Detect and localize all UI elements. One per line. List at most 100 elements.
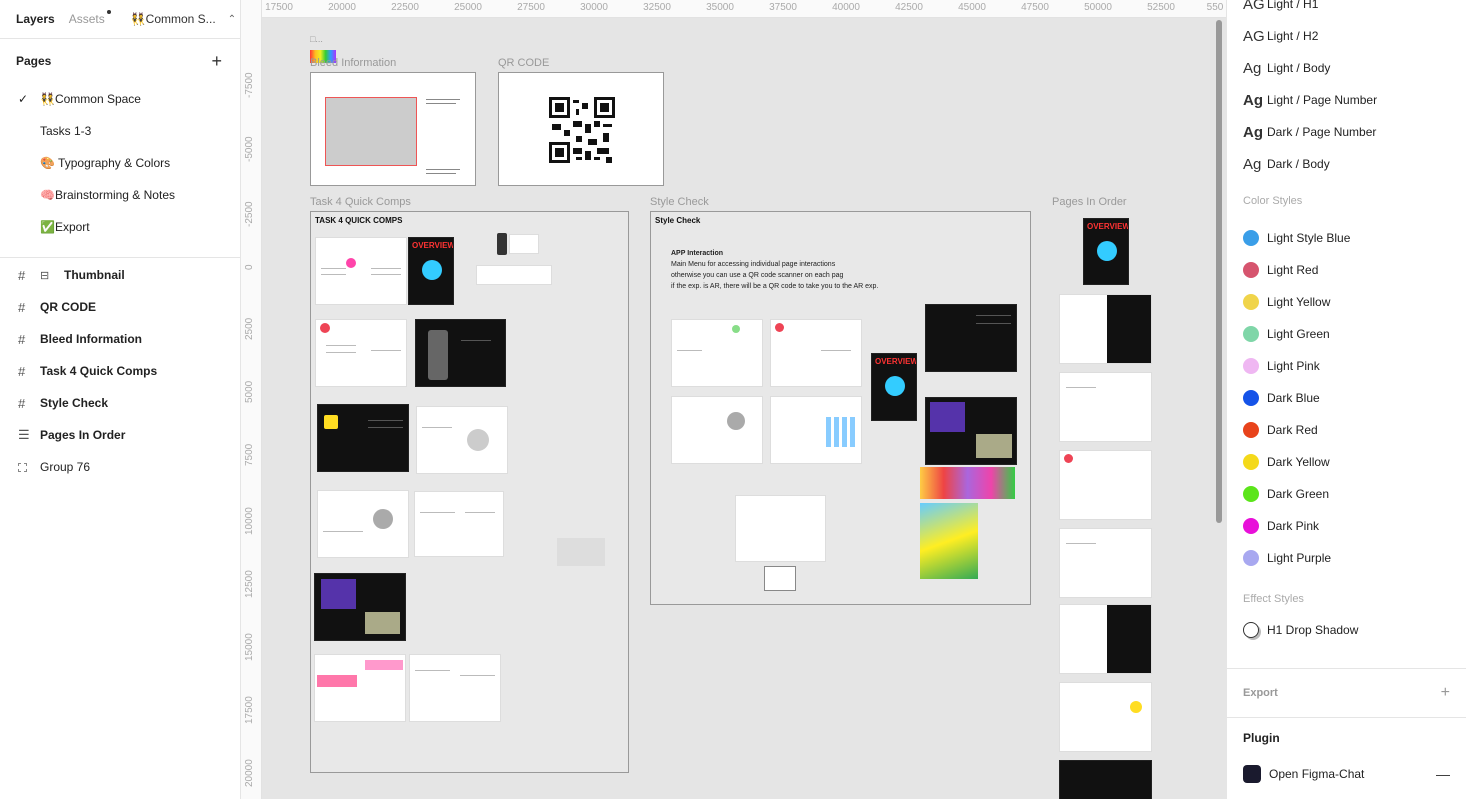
comp-page-dark[interactable] [317,404,409,472]
ruler-tick: 15000 [244,633,255,661]
layer-item-task4[interactable]: # Task 4 Quick Comps [0,355,240,387]
ruler-tick: 50000 [1084,2,1112,13]
text-style-item[interactable]: Ag Dark / Page Number [1227,116,1466,148]
tab-layers[interactable]: Layers [16,12,55,26]
thumbnail-frame-label[interactable]: □... [310,34,323,44]
order-overview-cover[interactable]: OVERVIEW [1083,218,1129,285]
comp-page[interactable] [317,490,409,558]
text-line [323,531,363,532]
color-style-item[interactable]: Light Purple [1227,542,1466,574]
text-style-item[interactable]: AG Light / H1 [1227,0,1466,20]
floating-asset[interactable] [557,538,605,566]
order-page[interactable] [1059,604,1152,674]
order-page[interactable] [1059,450,1152,520]
style-overview-cover[interactable]: OVERVIEW [871,353,917,421]
tab-assets[interactable]: Assets [69,10,111,26]
text-style-icon: Ag [1243,123,1263,141]
add-export-plus-icon[interactable]: + [1441,684,1450,702]
color-style-item[interactable]: Dark Green [1227,478,1466,510]
pages-in-order[interactable]: OVERVIEW [1059,218,1155,799]
order-page-dark[interactable] [1059,760,1152,799]
color-style-item[interactable]: Light Pink [1227,350,1466,382]
canvas[interactable]: -7500 -5000 -2500 0 2500 5000 7500 10000… [241,0,1226,799]
page-item-common-space[interactable]: ✓ 👯Common Space [0,83,240,115]
order-page[interactable] [1059,528,1152,598]
bitcoin-art[interactable] [920,503,978,579]
page-item-label: Tasks 1-3 [40,124,92,138]
text-style-item[interactable]: AG Light / H2 [1227,20,1466,52]
text-style-item[interactable]: Ag Dark / Body [1227,148,1466,180]
style-page[interactable] [671,319,763,387]
blank-spread-small[interactable] [764,566,796,591]
layer-item-bleed-information[interactable]: # Bleed Information [0,323,240,355]
task4-frame[interactable]: TASK 4 QUICK COMPS OVERVIEW [310,211,629,773]
comp-page[interactable] [315,319,407,387]
page-item-typography[interactable]: 🎨 Typography & Colors [0,147,240,179]
order-page[interactable] [1059,372,1152,442]
task4-frame-label[interactable]: Task 4 Quick Comps [310,196,411,208]
color-style-item[interactable]: Dark Pink [1227,510,1466,542]
comp-page[interactable] [314,654,406,722]
psychedelic-art[interactable] [920,467,1015,499]
panel-tabs: Layers Assets 👯Common S... ⌃ [0,0,240,38]
comp-thumbnail-strip[interactable] [476,265,552,285]
order-page[interactable] [1059,294,1152,364]
blank-spread[interactable] [735,495,826,562]
bleed-frame-label[interactable]: Bleed Information [310,57,396,69]
page-switcher[interactable]: 👯Common S... ⌃ [131,12,236,26]
style-page[interactable] [671,396,763,464]
effect-style-item[interactable]: H1 Drop Shadow [1227,614,1466,646]
page-item-export[interactable]: ✅Export [0,211,240,243]
qr-frame[interactable] [498,72,664,186]
page-item-tasks[interactable]: Tasks 1-3 [0,115,240,147]
ruler-tick: 22500 [391,2,419,13]
color-style-item[interactable]: Light Red [1227,254,1466,286]
text-style-item[interactable]: Ag Light / Page Number [1227,84,1466,116]
style-check-frame[interactable]: Style Check APP Interaction Main Menu fo… [650,211,1031,605]
text-style-label: Light / Body [1267,61,1331,75]
comp-page-dark[interactable] [415,319,506,387]
page-item-brainstorming[interactable]: 🧠Brainstorming & Notes [0,179,240,211]
layer-item-qr-code[interactable]: # QR CODE [0,291,240,323]
style-page[interactable] [770,396,862,464]
minus-icon[interactable]: — [1436,766,1450,782]
layer-item-group-76[interactable]: Group 76 [0,451,240,483]
qr-frame-label[interactable]: QR CODE [498,57,549,69]
vertical-scrollbar[interactable] [1216,20,1222,523]
add-page-plus-icon[interactable]: + [211,52,222,70]
ruler-tick: 25000 [454,2,482,13]
comp-page[interactable] [315,237,407,305]
phone-mockup[interactable] [497,233,507,255]
style-page-dark[interactable] [925,397,1017,465]
comp-overview-cover[interactable]: OVERVIEW [408,237,454,305]
ruler-tick: 52500 [1147,2,1175,13]
color-style-item[interactable]: Light Style Blue [1227,222,1466,254]
layer-item-pages-in-order[interactable]: ☰ Pages In Order [0,419,240,451]
order-page[interactable] [1059,682,1152,752]
color-style-item[interactable]: Dark Yellow [1227,446,1466,478]
ruler-tick: 17500 [244,696,255,724]
layer-item-style-check[interactable]: # Style Check [0,387,240,419]
color-style-label: Dark Pink [1267,519,1320,533]
overview-title: OVERVIEW [412,241,454,250]
color-style-item[interactable]: Light Green [1227,318,1466,350]
comp-page-dark[interactable] [314,573,406,641]
ruler-tick: 40000 [832,2,860,13]
bleed-frame[interactable] [310,72,476,186]
text-style-item[interactable]: Ag Light / Body [1227,52,1466,84]
comp-page[interactable] [416,406,508,474]
plugin-item[interactable]: Open Figma-Chat — [1227,758,1466,790]
style-page[interactable] [770,319,862,387]
color-style-item[interactable]: Dark Red [1227,414,1466,446]
style-check-frame-label[interactable]: Style Check [650,196,709,208]
color-style-item[interactable]: Light Yellow [1227,286,1466,318]
layer-item-thumbnail[interactable]: # ⊟ Thumbnail [0,259,240,291]
overview-title: OVERVIEW [875,357,917,366]
pages-in-order-frame-label[interactable]: Pages In Order [1052,196,1127,208]
comp-thumbnail-strip[interactable] [509,234,539,254]
style-page-dark[interactable] [925,304,1017,372]
comp-page[interactable] [409,654,501,722]
comp-page[interactable] [414,491,504,557]
yellow-art [365,612,400,634]
color-style-item[interactable]: Dark Blue [1227,382,1466,414]
